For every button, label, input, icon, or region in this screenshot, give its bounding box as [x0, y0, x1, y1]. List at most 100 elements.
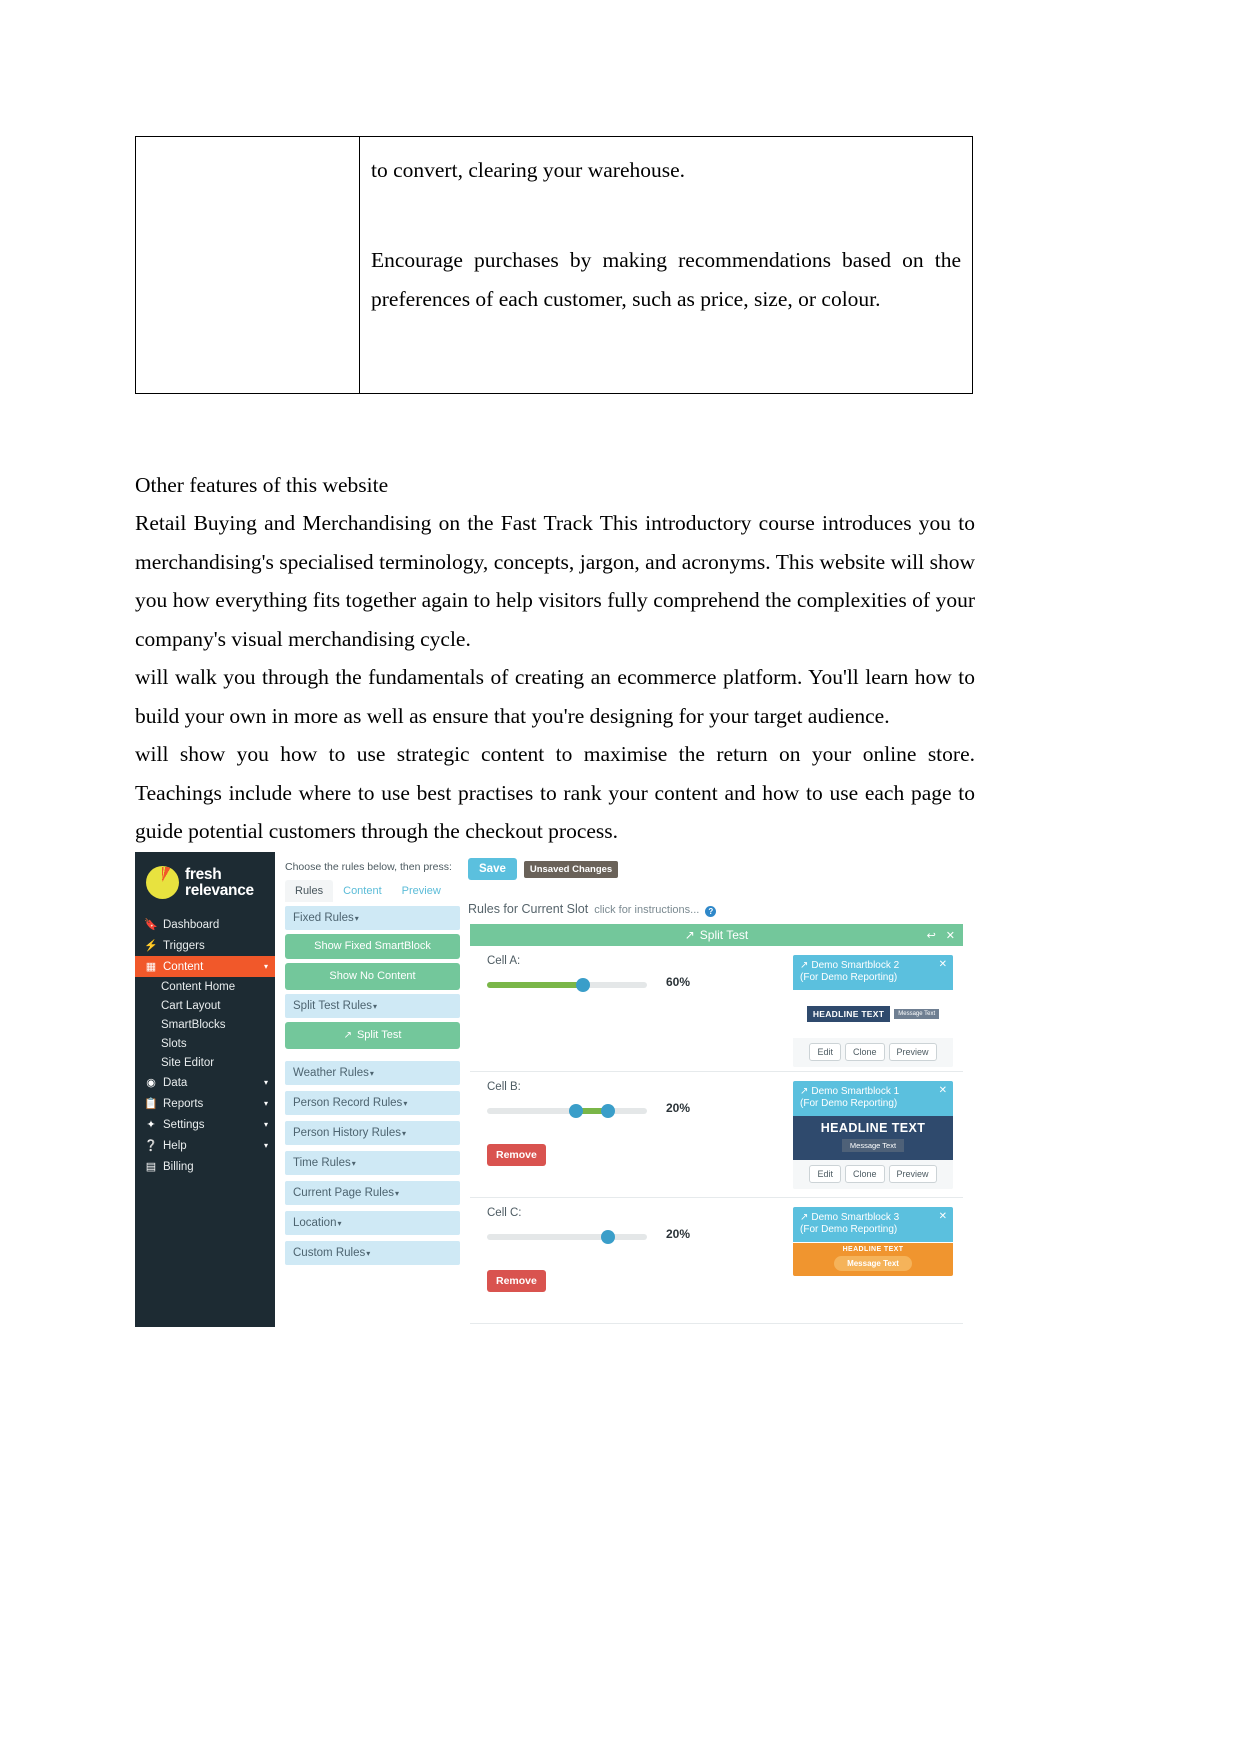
- split-test-icon: ↗: [800, 1212, 809, 1223]
- chevron-down-icon: ▾: [403, 1098, 408, 1108]
- chevron-down-icon: ▾: [263, 1120, 268, 1129]
- tab-rules[interactable]: Rules: [285, 880, 334, 902]
- chevron-down-icon: ▾: [337, 1218, 342, 1228]
- smartblock-card: ↗ Demo Smartblock 3 (For Demo Reporting) …: [793, 1207, 953, 1277]
- slider-handle-upper[interactable]: [601, 1104, 615, 1118]
- close-icon[interactable]: ✕: [939, 1211, 947, 1223]
- rule-group-time-rules[interactable]: Time Rules▾: [285, 1150, 460, 1175]
- slider-track: [487, 1234, 647, 1240]
- slider-handle[interactable]: [601, 1230, 615, 1244]
- smartblock-preview: HEADLINE TEXT Message Text: [793, 1242, 953, 1277]
- sidebar-item-settings[interactable]: ✦ Settings ▾: [135, 1114, 275, 1135]
- document-body: Other features of this website Retail Bu…: [135, 466, 975, 851]
- slider-handle-lower[interactable]: [569, 1104, 583, 1118]
- rule-group-person-history-rules[interactable]: Person History Rules▾: [285, 1120, 460, 1145]
- body-paragraph-1: Retail Buying and Merchandising on the F…: [135, 511, 975, 651]
- rule-group-label: Location: [293, 1216, 337, 1229]
- sidebar-item-triggers[interactable]: ⚡ Triggers: [135, 935, 275, 956]
- sidebar-item-content[interactable]: ▦ Content ▾: [135, 956, 275, 977]
- clone-button[interactable]: Clone: [844, 1043, 885, 1062]
- rule-button-show-no-content[interactable]: Show No Content: [285, 962, 460, 990]
- rule-group-person-record-rules[interactable]: Person Record Rules▾: [285, 1090, 460, 1115]
- split-test-cell: Cell C: 20% Remove ↗ Demo Smartblock 3 (F…: [470, 1198, 963, 1324]
- smartblock-card: ↗ Demo Smartblock 1 (For Demo Reporting) …: [793, 1081, 953, 1190]
- smartblock-card: ↗ Demo Smartblock 2 (For Demo Reporting) …: [793, 955, 953, 1068]
- edit-button[interactable]: Edit: [809, 1165, 841, 1184]
- clipboard-icon: 📋: [144, 1098, 158, 1110]
- rule-button-split-test[interactable]: ↗ Split Test: [285, 1021, 460, 1049]
- close-icon[interactable]: ✕: [946, 929, 955, 942]
- slot-title-row: Rules for Current Slot click for instruc…: [468, 902, 717, 917]
- cell-a-slider[interactable]: [487, 978, 647, 992]
- sidebar-item-smartblocks[interactable]: SmartBlocks: [135, 1015, 275, 1034]
- preview-button[interactable]: Preview: [888, 1165, 937, 1184]
- remove-button[interactable]: Remove: [487, 1144, 546, 1166]
- smartblock-headline: HEADLINE TEXT: [820, 1121, 926, 1136]
- rule-group-current-page-rules[interactable]: Current Page Rules▾: [285, 1180, 460, 1205]
- sidebar-item-slots[interactable]: Slots: [135, 1034, 275, 1053]
- slider-handle[interactable]: [576, 978, 590, 992]
- content-icon: ▦: [145, 961, 157, 973]
- smartblock-header: ↗ Demo Smartblock 2 (For Demo Reporting) …: [793, 955, 953, 991]
- chevron-down-icon: ▾: [351, 1158, 356, 1168]
- smartblock-preview: HEADLINE TEXT Message Text: [793, 1116, 953, 1161]
- rule-group-fixed-rules[interactable]: Fixed Rules▾: [285, 906, 460, 930]
- table-paragraph-1: to convert, clearing your warehouse.: [371, 158, 686, 182]
- split-test-cell: Cell A: 60% ↗ Demo Smartblock 2 (For Demo…: [470, 946, 963, 1072]
- cell-b-slider[interactable]: [487, 1104, 647, 1118]
- smartblock-title-line2: (For Demo Reporting): [800, 1098, 898, 1110]
- sidebar-item-dashboard[interactable]: 🔖 Dashboard: [135, 914, 275, 935]
- chevron-down-icon: ▾: [373, 1001, 378, 1011]
- sidebar-item-cart-layout[interactable]: Cart Layout: [135, 996, 275, 1015]
- chevron-down-icon: ▾: [263, 962, 268, 971]
- split-test-cell: Cell B: 20% Remove ↗ Demo Smartblock 1 (F…: [470, 1072, 963, 1198]
- billing-icon: ▤: [145, 1161, 157, 1173]
- tab-preview[interactable]: Preview: [392, 880, 451, 902]
- page-title: Rules for Current Slot: [468, 902, 589, 916]
- sidebar-item-help[interactable]: ❔ Help ▾: [135, 1135, 275, 1156]
- preview-button[interactable]: Preview: [888, 1043, 937, 1062]
- rule-group-label: Person History Rules: [293, 1126, 402, 1139]
- rule-button-show-fixed-smartblock[interactable]: Show Fixed SmartBlock: [285, 934, 460, 959]
- chevron-down-icon: ▾: [263, 1078, 268, 1087]
- target-icon: ◉: [146, 1077, 156, 1089]
- smartblock-title-line1: Demo Smartblock 1: [811, 1086, 900, 1097]
- split-test-icon: ↗: [800, 960, 809, 971]
- cell-c-slider[interactable]: [487, 1230, 647, 1244]
- gear-icon: ✦: [146, 1119, 156, 1131]
- chevron-down-icon: ▾: [354, 914, 359, 923]
- split-test-icon: ↗: [800, 1086, 809, 1097]
- smartblock-message: Message Text: [834, 1255, 912, 1271]
- rule-group-split-test-rules[interactable]: Split Test Rules▾: [285, 993, 460, 1018]
- rule-group-label: Time Rules: [293, 1156, 351, 1169]
- sidebar-item-data[interactable]: ◉ Data ▾: [135, 1072, 275, 1093]
- rule-group-label: Weather Rules: [293, 1066, 369, 1079]
- tab-content[interactable]: Content: [333, 880, 392, 902]
- rule-group-weather-rules[interactable]: Weather Rules▾: [285, 1060, 460, 1085]
- sidebar-item-label: Settings: [163, 1118, 205, 1131]
- rule-group-location[interactable]: Location▾: [285, 1210, 460, 1235]
- save-button[interactable]: Save: [468, 858, 517, 880]
- brand-line-2: relevance: [185, 881, 254, 899]
- instructions-hint[interactable]: click for instructions...: [594, 904, 699, 916]
- smartblock-header: ↗ Demo Smartblock 1 (For Demo Reporting) …: [793, 1081, 953, 1117]
- sidebar-item-reports[interactable]: 📋 Reports ▾: [135, 1093, 275, 1114]
- close-icon[interactable]: ✕: [939, 959, 947, 971]
- undo-icon[interactable]: ↩: [927, 929, 936, 942]
- rule-group-label: Custom Rules: [293, 1246, 366, 1259]
- rule-group-label: Fixed Rules: [293, 912, 354, 924]
- split-test-bar-actions: ↩ ✕: [927, 929, 955, 942]
- sidebar-item-billing[interactable]: ▤ Billing: [135, 1156, 275, 1177]
- table-cell-left: [135, 136, 360, 394]
- chevron-down-icon: ▾: [369, 1068, 374, 1078]
- table-row: to convert, clearing your warehouse. Enc…: [135, 136, 973, 394]
- clone-button[interactable]: Clone: [844, 1165, 885, 1184]
- help-icon[interactable]: ?: [705, 906, 717, 917]
- sidebar-item-site-editor[interactable]: Site Editor: [135, 1053, 275, 1072]
- edit-button[interactable]: Edit: [809, 1043, 841, 1062]
- close-icon[interactable]: ✕: [939, 1085, 947, 1097]
- smartblock-title-line1: Demo Smartblock 3: [811, 1212, 900, 1223]
- remove-button[interactable]: Remove: [487, 1270, 546, 1292]
- rule-group-custom-rules[interactable]: Custom Rules▾: [285, 1240, 460, 1265]
- sidebar-item-content-home[interactable]: Content Home: [135, 977, 275, 996]
